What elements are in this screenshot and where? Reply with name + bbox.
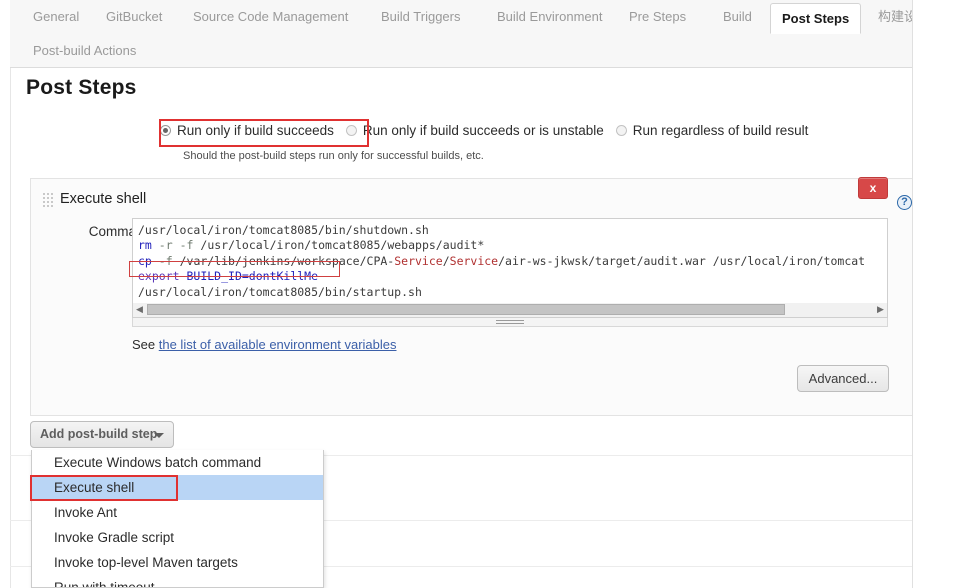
tab-build-triggers[interactable]: Build Triggers [370, 4, 471, 30]
left-rail [0, 0, 11, 588]
env-prefix-text: See [132, 337, 159, 352]
tab-post-build-actions[interactable]: Post-build Actions [22, 38, 147, 64]
scrollbar-thumb[interactable] [147, 304, 785, 315]
radio-label: Run only if build succeeds or is unstabl… [362, 123, 604, 138]
menu-item-execute-windows-batch-command[interactable]: Execute Windows batch command [32, 450, 323, 475]
scroll-right-arrow-icon[interactable]: ▶ [874, 303, 887, 316]
run-condition-hint: Should the post-build steps run only for… [183, 150, 484, 162]
menu-item-invoke-top-level-maven-targets[interactable]: Invoke top-level Maven targets [32, 550, 323, 575]
scroll-left-arrow-icon[interactable]: ◀ [133, 303, 146, 316]
tab-post-steps[interactable]: Post Steps [770, 3, 862, 34]
radio-run-regardless[interactable]: Run regardless of build result [615, 120, 809, 142]
radio-label: Run regardless of build result [632, 123, 809, 138]
step-title: Execute shell [60, 191, 147, 207]
textarea-resize-handle[interactable] [132, 318, 888, 327]
tab-pre-steps[interactable]: Pre Steps [618, 4, 697, 30]
menu-item-run-with-timeout[interactable]: Run with timeout [32, 575, 323, 587]
tab-gitbucket[interactable]: GitBucket [95, 4, 173, 30]
radio-run-only-if-succeeds[interactable]: Run only if build succeeds [160, 120, 334, 142]
menu-item-invoke-ant[interactable]: Invoke Ant [32, 500, 323, 525]
menu-item-execute-shell[interactable]: Execute shell [32, 475, 323, 500]
right-rail [912, 0, 971, 588]
run-condition-group: Run only if build succeeds Run only if b… [160, 120, 860, 142]
command-textarea-content[interactable]: /usr/local/iron/tomcat8085/bin/shutdown.… [138, 223, 887, 300]
execute-shell-step-panel: Execute shell x ? Command /usr/local/iro… [30, 177, 930, 416]
close-icon[interactable]: x [858, 177, 888, 199]
run-condition-row: Run only if build succeeds Run only if b… [160, 120, 860, 142]
add-post-build-step-menu[interactable]: Execute Windows batch command Execute sh… [31, 450, 324, 588]
radio-dot-icon [160, 125, 171, 136]
radio-dot-icon [345, 125, 357, 136]
tab-row-secondary: Post-build Actions [10, 34, 962, 68]
menu-item-invoke-gradle-script[interactable]: Invoke Gradle script [32, 525, 323, 550]
command-horizontal-scrollbar[interactable]: ◀ ▶ [132, 303, 888, 318]
jenkins-job-config-page: General GitBucket Source Code Management… [0, 0, 971, 588]
page-title: Post Steps [26, 76, 137, 99]
radio-run-if-succeeds-or-unstable[interactable]: Run only if build succeeds or is unstabl… [345, 120, 604, 142]
tab-general[interactable]: General [22, 4, 90, 30]
radio-label: Run only if build succeeds [177, 123, 334, 138]
tab-row-primary: General GitBucket Source Code Management… [10, 0, 962, 34]
env-variables-link[interactable]: the list of available environment variab… [159, 337, 397, 352]
config-tab-bar: General GitBucket Source Code Management… [10, 0, 962, 68]
help-icon[interactable]: ? [897, 195, 912, 210]
tab-build-environment[interactable]: Build Environment [486, 4, 614, 30]
add-post-build-step-label: Add post-build step [40, 427, 158, 441]
tab-source-code-management[interactable]: Source Code Management [182, 4, 359, 30]
env-variables-help-line: See the list of available environment va… [132, 337, 397, 352]
chevron-down-icon [154, 433, 164, 438]
radio-dot-icon [615, 125, 627, 136]
tab-build[interactable]: Build [712, 4, 763, 30]
add-post-build-step-button[interactable]: Add post-build step [30, 421, 174, 448]
advanced-button[interactable]: Advanced... [797, 365, 889, 392]
drag-handle-icon[interactable] [43, 193, 53, 209]
